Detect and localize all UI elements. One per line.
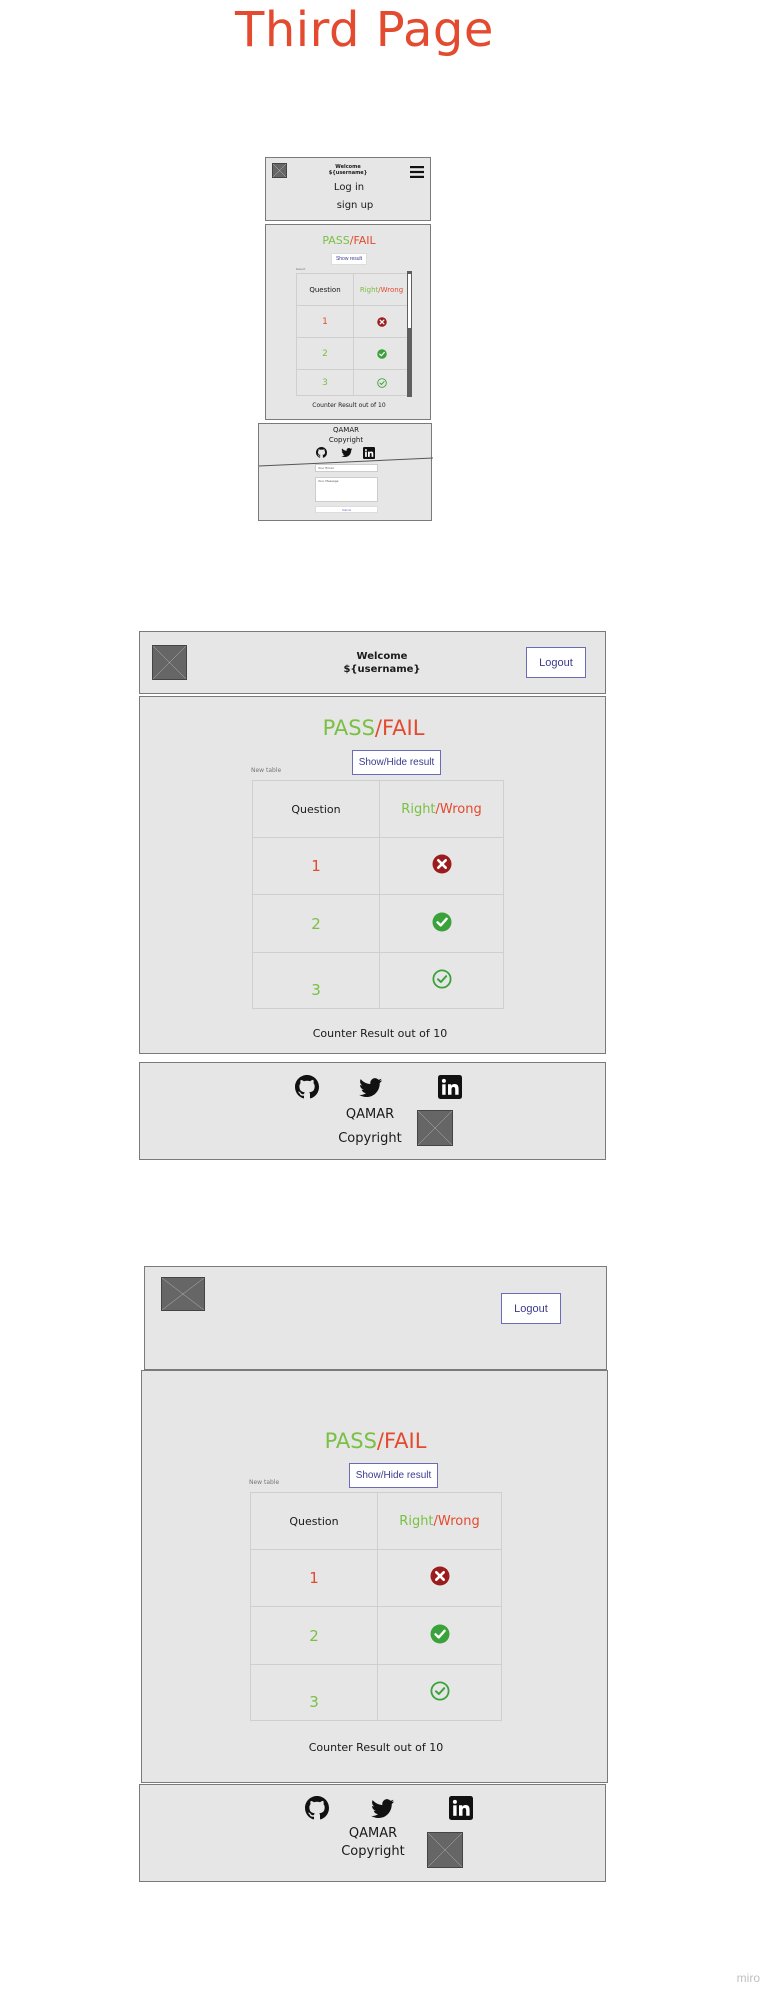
desktop2-footer-frame: QAMAR Copyright xyxy=(139,1784,606,1882)
message-field[interactable]: Your Message xyxy=(315,477,378,502)
desktop-result-frame: PASS/FAIL Show/Hide result New table Que… xyxy=(139,696,606,1054)
check-outline-icon xyxy=(377,378,387,388)
counter-text: Counter Result out of 10 xyxy=(312,402,386,409)
brand-text: QAMAR xyxy=(348,1826,398,1841)
check-outline-icon xyxy=(432,969,452,989)
col-question: Question xyxy=(252,780,380,838)
login-link[interactable]: Log in xyxy=(266,182,432,193)
col-right-wrong: Right/Wrong xyxy=(353,273,410,306)
signup-link[interactable]: sign up xyxy=(272,200,438,211)
username-text: ${username} xyxy=(328,170,368,176)
table-row: 1 xyxy=(250,1549,502,1607)
desktop2-result-table: Question Right/Wrong 1 2 3 xyxy=(250,1492,502,1721)
welcome-text: Welcome xyxy=(356,651,408,662)
linkedin-icon[interactable] xyxy=(449,1796,473,1820)
brand-text: QAMAR xyxy=(345,1107,395,1122)
twitter-icon[interactable] xyxy=(358,1076,384,1099)
github-icon[interactable] xyxy=(295,1075,319,1099)
copyright-text: Copyright xyxy=(338,1131,402,1146)
pass-fail-heading: PASS/FAIL xyxy=(324,1429,427,1453)
logout-button[interactable]: Logout xyxy=(526,647,586,678)
page-title: Third Page xyxy=(235,2,494,58)
scrollbar-thumb[interactable] xyxy=(408,274,411,328)
desktop-header-frame: Welcome ${username} Logout xyxy=(139,631,606,694)
col-right-wrong: Right/Wrong xyxy=(379,780,504,838)
table-label: Result xyxy=(296,267,306,271)
miro-watermark: miro xyxy=(736,1971,760,1985)
logo-placeholder xyxy=(161,1277,205,1311)
wrong-icon xyxy=(430,1566,450,1586)
image-placeholder xyxy=(427,1832,463,1868)
wrong-icon xyxy=(377,317,387,327)
check-icon xyxy=(377,349,387,359)
hamburger-menu-icon[interactable] xyxy=(410,166,424,178)
table-scrollbar[interactable] xyxy=(407,271,412,397)
logout-button[interactable]: Logout xyxy=(501,1293,561,1324)
submit-button[interactable]: Submit xyxy=(315,506,378,513)
logo-placeholder xyxy=(152,645,187,680)
show-hide-result-button[interactable]: Show/Hide result xyxy=(352,750,441,775)
table-label: New table xyxy=(249,1479,280,1486)
mobile-header-frame: Welcome ${username} Log in sign up xyxy=(265,157,431,221)
check-icon xyxy=(432,912,452,932)
copyright-text: Copyright xyxy=(328,436,364,444)
pass-fail-heading: PASS/FAIL xyxy=(322,234,376,247)
table-row: 3 xyxy=(250,1664,502,1721)
col-right-wrong: Right/Wrong xyxy=(377,1492,502,1550)
desktop-result-table: Question Right/Wrong 1 2 3 xyxy=(252,780,504,1009)
desktop2-header-frame: Logout xyxy=(144,1266,607,1370)
counter-text: Counter Result out of 10 xyxy=(308,1741,444,1754)
desktop2-result-frame: PASS/FAIL Show/Hide result New table Que… xyxy=(141,1370,608,1783)
linkedin-icon[interactable] xyxy=(438,1075,462,1099)
copyright-text: Copyright xyxy=(341,1844,405,1859)
show-result-button[interactable]: Show result xyxy=(331,253,367,265)
mobile-footer-frame: QAMAR Copyright Your Email Your Message … xyxy=(258,423,433,521)
table-row: 3 xyxy=(296,369,410,396)
counter-text: Counter Result out of 10 xyxy=(312,1027,448,1040)
check-icon xyxy=(430,1624,450,1644)
desktop-footer-frame: QAMAR Copyright xyxy=(139,1062,606,1160)
table-row: 2 xyxy=(250,1606,502,1665)
username-text: ${username} xyxy=(343,664,421,675)
col-question: Question xyxy=(296,273,354,306)
wrong-icon xyxy=(432,854,452,874)
table-row: 2 xyxy=(296,337,410,370)
table-row: 1 xyxy=(252,837,504,895)
twitter-icon[interactable] xyxy=(370,1797,396,1820)
mobile-result-table: Question Right/Wrong 1 2 3 xyxy=(296,273,410,396)
email-field[interactable]: Your Email xyxy=(315,464,378,472)
table-row: 2 xyxy=(252,894,504,953)
brand-text: QAMAR xyxy=(333,426,359,434)
table-row: 1 xyxy=(296,305,410,338)
table-row: 3 xyxy=(252,952,504,1009)
github-icon[interactable] xyxy=(305,1796,329,1820)
mobile-result-frame: PASS/FAIL Show result Result Question Rig… xyxy=(265,224,431,420)
show-hide-result-button[interactable]: Show/Hide result xyxy=(349,1463,438,1488)
logo-placeholder xyxy=(272,163,287,178)
check-outline-icon xyxy=(430,1681,450,1701)
pass-fail-heading: PASS/FAIL xyxy=(322,716,425,740)
table-label: New table xyxy=(251,767,282,774)
image-placeholder xyxy=(417,1110,453,1146)
col-question: Question xyxy=(250,1492,378,1550)
